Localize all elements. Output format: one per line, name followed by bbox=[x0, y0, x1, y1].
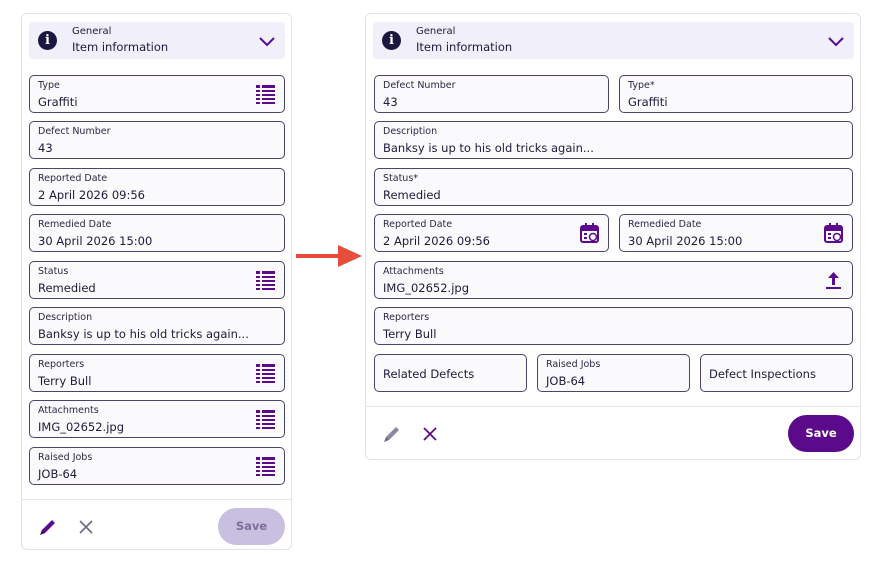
field-value: Graffiti bbox=[38, 95, 78, 109]
field-value: Remedied bbox=[38, 281, 96, 295]
field-label: Type* bbox=[628, 80, 655, 91]
reporters-field[interactable]: Reporters Terry Bull bbox=[29, 354, 285, 392]
field-value: 43 bbox=[38, 141, 53, 155]
section-subtitle: General bbox=[72, 26, 112, 37]
reported-date-field[interactable]: Reported Date 2 April 2026 09:56 bbox=[374, 214, 609, 252]
info-icon: i bbox=[38, 31, 57, 50]
field-label: Reporters bbox=[383, 312, 430, 323]
field-value: IMG_02652.jpg bbox=[383, 281, 470, 295]
field-label: Attachments bbox=[383, 266, 444, 277]
status-field[interactable]: Status* Remedied bbox=[374, 168, 853, 206]
info-icon: i bbox=[382, 31, 401, 50]
status-field[interactable]: Status Remedied bbox=[29, 261, 285, 299]
calendar-icon[interactable] bbox=[580, 223, 599, 243]
remedied-date-field[interactable]: Remedied Date 30 April 2026 15:00 bbox=[29, 214, 285, 252]
section-subtitle: General bbox=[416, 26, 456, 37]
field-label: Type bbox=[38, 80, 60, 91]
field-label: Raised Jobs bbox=[546, 359, 601, 370]
field-label: Description bbox=[38, 312, 93, 323]
field-label: Remedied Date bbox=[38, 219, 112, 230]
list-picker-icon[interactable] bbox=[256, 270, 275, 290]
related-defects-label: Related Defects bbox=[383, 367, 475, 381]
remedied-date-field[interactable]: Remedied Date 30 April 2026 15:00 bbox=[619, 214, 853, 252]
field-label: Description bbox=[383, 126, 438, 137]
related-defects-button[interactable]: Related Defects bbox=[374, 354, 527, 392]
reported-date-field[interactable]: Reported Date 2 April 2026 09:56 bbox=[29, 168, 285, 206]
footer-divider bbox=[22, 499, 291, 500]
field-value: 30 April 2026 15:00 bbox=[628, 234, 743, 248]
field-value: Terry Bull bbox=[38, 374, 92, 388]
close-icon[interactable] bbox=[78, 519, 94, 535]
footer-divider bbox=[366, 406, 860, 407]
defect-inspections-label: Defect Inspections bbox=[709, 367, 816, 381]
calendar-icon[interactable] bbox=[824, 223, 843, 243]
field-value: Banksy is up to his old tricks again... bbox=[383, 141, 594, 155]
edit-pencil-icon[interactable] bbox=[38, 517, 58, 537]
field-value: JOB-64 bbox=[38, 467, 78, 481]
section-header-general[interactable]: i General Item information bbox=[373, 22, 854, 59]
section-header-general[interactable]: i General Item information bbox=[29, 22, 285, 59]
type-field[interactable]: Type* Graffiti bbox=[619, 75, 853, 113]
list-picker-icon[interactable] bbox=[256, 84, 275, 104]
field-label: Remedied Date bbox=[628, 219, 702, 230]
field-value: JOB-64 bbox=[546, 374, 586, 388]
field-value: 2 April 2026 09:56 bbox=[383, 234, 490, 248]
field-label: Defect Number bbox=[383, 80, 456, 91]
field-label: Reported Date bbox=[38, 173, 108, 184]
field-value: Graffiti bbox=[628, 95, 668, 109]
transition-arrow-icon bbox=[296, 245, 362, 267]
chevron-down-icon[interactable] bbox=[257, 31, 277, 51]
field-value: Banksy is up to his old tricks again... bbox=[38, 327, 249, 341]
field-value: Terry Bull bbox=[383, 327, 437, 341]
list-picker-icon[interactable] bbox=[256, 409, 275, 429]
field-label: Reporters bbox=[38, 359, 85, 370]
defect-number-field[interactable]: Defect Number 43 bbox=[29, 121, 285, 159]
field-value: 30 April 2026 15:00 bbox=[38, 234, 153, 248]
description-field[interactable]: Description Banksy is up to his old tric… bbox=[29, 307, 285, 345]
list-picker-icon[interactable] bbox=[256, 363, 275, 383]
defect-number-field[interactable]: Defect Number 43 bbox=[374, 75, 609, 113]
field-label: Status bbox=[38, 266, 69, 277]
field-label: Raised Jobs bbox=[38, 452, 93, 463]
defect-inspections-button[interactable]: Defect Inspections bbox=[700, 354, 853, 392]
field-label: Defect Number bbox=[38, 126, 111, 137]
field-label: Reported Date bbox=[383, 219, 453, 230]
upload-icon[interactable] bbox=[824, 270, 843, 290]
raised-jobs-field[interactable]: Raised Jobs JOB-64 bbox=[537, 354, 690, 392]
chevron-down-icon[interactable] bbox=[826, 31, 846, 51]
edit-pencil-icon[interactable] bbox=[382, 424, 402, 444]
attachments-field[interactable]: Attachments IMG_02652.jpg bbox=[374, 261, 853, 299]
raised-jobs-field[interactable]: Raised Jobs JOB-64 bbox=[29, 447, 285, 485]
list-picker-icon[interactable] bbox=[256, 456, 275, 476]
form-panel-after: i General Item information Defect Number… bbox=[365, 13, 861, 460]
reporters-field[interactable]: Reporters Terry Bull bbox=[374, 307, 853, 345]
close-icon[interactable] bbox=[422, 426, 438, 442]
save-button[interactable]: Save bbox=[218, 508, 285, 545]
attachments-field[interactable]: Attachments IMG_02652.jpg bbox=[29, 400, 285, 438]
field-label: Attachments bbox=[38, 405, 99, 416]
description-field[interactable]: Description Banksy is up to his old tric… bbox=[374, 121, 853, 159]
field-value: Remedied bbox=[383, 188, 441, 202]
field-value: 2 April 2026 09:56 bbox=[38, 188, 145, 202]
section-title: Item information bbox=[416, 40, 513, 54]
field-value: IMG_02652.jpg bbox=[38, 420, 125, 434]
save-button[interactable]: Save bbox=[788, 415, 854, 452]
field-label: Status* bbox=[383, 173, 419, 184]
type-field[interactable]: Type Graffiti bbox=[29, 75, 285, 113]
field-value: 43 bbox=[383, 95, 398, 109]
section-title: Item information bbox=[72, 40, 169, 54]
form-panel-before: i General Item information Type Graffiti… bbox=[21, 13, 292, 550]
